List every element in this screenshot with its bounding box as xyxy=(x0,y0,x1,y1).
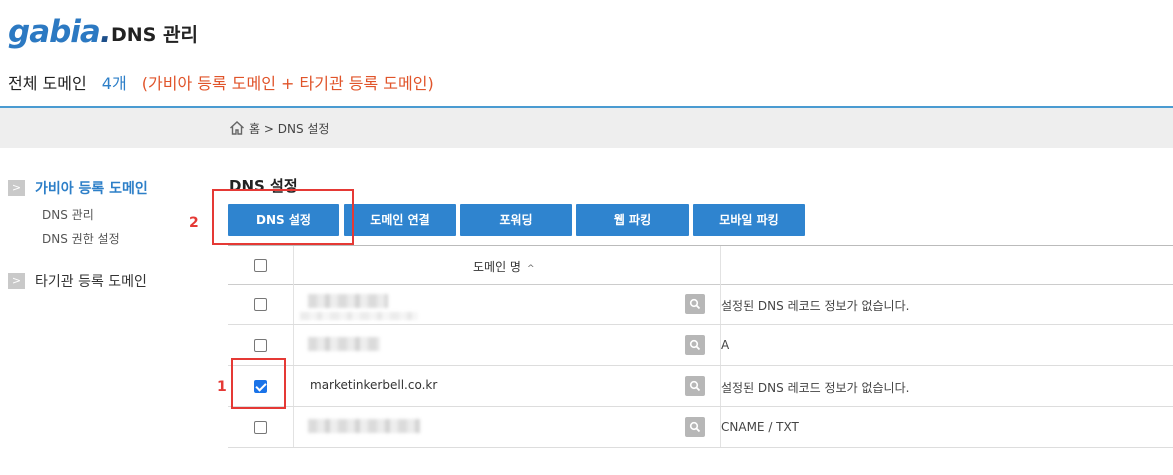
select-all-checkbox[interactable] xyxy=(254,259,267,272)
home-icon[interactable] xyxy=(229,120,245,136)
dns-record-info: CNAME / TXT xyxy=(721,420,799,434)
row-checkbox[interactable] xyxy=(254,298,267,311)
tab-web-parking[interactable]: 웹 파킹 xyxy=(576,204,689,236)
annotation-label-2: 2 xyxy=(189,215,199,231)
redacted-domain xyxy=(308,419,420,433)
page-header: gabia. DNS 관리 전체 도메인 4개 (가비아 등록 도메인 + 타기… xyxy=(0,0,1173,108)
dns-record-info: 설정된 DNS 레코드 정보가 없습니다. xyxy=(721,381,910,395)
domain-name[interactable]: marketinkerbell.co.kr xyxy=(310,378,437,392)
breadcrumb: 홈 > DNS 설정 xyxy=(249,122,330,136)
annotation-label-1: 1 xyxy=(217,379,227,395)
tab-mobile-parking[interactable]: 모바일 파킹 xyxy=(693,204,805,236)
redacted-domain xyxy=(308,337,380,351)
search-icon xyxy=(689,339,701,351)
table-row: 설정된 DNS 레코드 정보가 없습니다. xyxy=(228,284,1173,325)
domain-count: 4개 xyxy=(101,74,127,93)
annotation-box-1 xyxy=(231,358,286,409)
search-icon xyxy=(689,421,701,433)
column-header-domain[interactable]: 도메인 명 ^ xyxy=(473,258,535,275)
domain-summary: 전체 도메인 4개 (가비아 등록 도메인 + 타기관 등록 도메인) xyxy=(8,70,434,94)
redacted-domain xyxy=(308,294,388,308)
search-button[interactable] xyxy=(685,417,705,437)
search-button[interactable] xyxy=(685,335,705,355)
sidebar-subitem-dns-manage[interactable]: DNS 관리 xyxy=(42,206,94,223)
summary-label: 전체 도메인 xyxy=(8,74,87,93)
search-button[interactable] xyxy=(685,376,705,396)
gabia-logo[interactable]: gabia. xyxy=(8,14,112,50)
search-icon xyxy=(689,380,701,392)
sidebar-item-gabia-domains[interactable]: > 가비아 등록 도메인 xyxy=(8,178,148,198)
row-checkbox[interactable] xyxy=(254,339,267,352)
search-icon xyxy=(689,298,701,310)
chevron-right-icon: > xyxy=(8,180,25,196)
annotation-box-2 xyxy=(212,189,354,245)
table-row: CNAME / TXT xyxy=(228,407,1173,448)
sidebar-subitem-dns-permission[interactable]: DNS 권한 설정 xyxy=(42,230,120,247)
table-row: A xyxy=(228,325,1173,366)
sidebar-item-label: 가비아 등록 도메인 xyxy=(35,181,148,197)
page-title: DNS 관리 xyxy=(111,24,198,46)
search-button[interactable] xyxy=(685,294,705,314)
tab-domain-connect[interactable]: 도메인 연결 xyxy=(344,204,456,236)
table-row: marketinkerbell.co.kr 설정된 DNS 레코드 정보가 없습… xyxy=(228,366,1173,407)
sidebar-item-other-domains[interactable]: > 타기관 등록 도메인 xyxy=(8,271,147,291)
breadcrumb-bar: 홈 > DNS 설정 xyxy=(0,108,1173,148)
summary-note: (가비아 등록 도메인 + 타기관 등록 도메인) xyxy=(141,74,434,93)
row-checkbox[interactable] xyxy=(254,421,267,434)
chevron-right-icon: > xyxy=(8,273,25,289)
redacted-domain-shadow xyxy=(300,312,418,320)
table-header: 도메인 명 ^ xyxy=(228,245,1173,285)
tab-forwarding[interactable]: 포워딩 xyxy=(460,204,572,236)
sidebar-item-label: 타기관 등록 도메인 xyxy=(35,274,147,290)
dns-record-info: A xyxy=(721,338,730,352)
dns-record-info: 설정된 DNS 레코드 정보가 없습니다. xyxy=(721,299,910,313)
sort-up-icon[interactable]: ^ xyxy=(527,264,535,274)
